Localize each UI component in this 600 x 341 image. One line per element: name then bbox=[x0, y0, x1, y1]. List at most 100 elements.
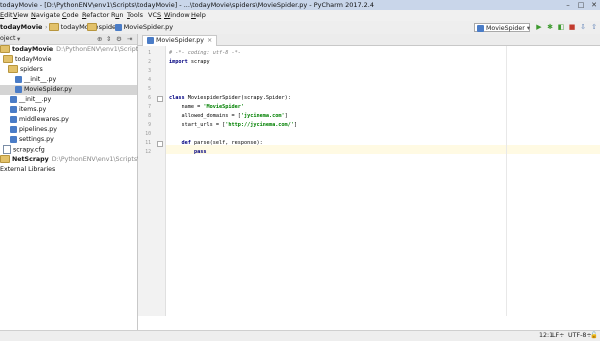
fold-marker-icon[interactable] bbox=[157, 141, 163, 147]
line-number: 3 bbox=[148, 69, 151, 74]
python-file-icon bbox=[147, 36, 154, 44]
folder-icon bbox=[8, 65, 18, 73]
folder-icon bbox=[3, 55, 13, 63]
close-window-button[interactable]: ✕ bbox=[588, 0, 600, 10]
menu-item-text: n bbox=[119, 11, 124, 19]
menu-item[interactable]: Run bbox=[111, 10, 123, 21]
vcs-commit-icon[interactable]: ⇧ bbox=[590, 23, 598, 32]
code-line[interactable]: pass bbox=[169, 148, 207, 157]
tree-item[interactable]: External Libraries bbox=[0, 165, 137, 175]
python-file-icon bbox=[114, 23, 122, 31]
project-tool-window: oject ▾ ⊕ ⇕ ⚙ ⇥ todayMovie D:\PythonENV\e… bbox=[0, 34, 180, 330]
code-token: ] bbox=[284, 113, 288, 119]
python-file-icon bbox=[10, 105, 17, 113]
menu-item[interactable]: Help bbox=[191, 10, 206, 21]
tree-item-label: __init__.py bbox=[19, 96, 52, 103]
menu-item-text: avigate bbox=[35, 11, 61, 19]
python-file-icon bbox=[15, 85, 22, 93]
project-panel-title[interactable]: oject bbox=[0, 34, 15, 44]
code-line[interactable]: class MoviespiderSpider(scrapy.Spider): bbox=[169, 94, 291, 103]
menu-item[interactable]: Edit bbox=[0, 10, 13, 21]
python-file-icon bbox=[10, 125, 17, 133]
code-line[interactable]: start_urls = ['http://jycinema.com/'] bbox=[169, 121, 297, 130]
chevron-down-icon[interactable]: ▾ bbox=[17, 34, 20, 44]
menu-item[interactable]: Tools bbox=[127, 10, 143, 21]
menu-item-mnemonic: S bbox=[157, 11, 162, 19]
tree-item[interactable]: __init__.py bbox=[0, 75, 137, 85]
code-line[interactable]: def parse(self, response): bbox=[169, 139, 262, 148]
menu-item[interactable]: Refactor bbox=[82, 10, 109, 21]
coverage-icon[interactable]: ◧ bbox=[557, 23, 565, 32]
play-icon[interactable]: ▶ bbox=[535, 23, 543, 32]
menu-item-text: ools bbox=[129, 11, 144, 19]
breadcrumb-separator: › bbox=[45, 23, 48, 31]
code-line[interactable]: name = 'MovieSpider' bbox=[169, 103, 243, 112]
code-token: class bbox=[169, 95, 188, 101]
gear-icon[interactable]: ⚙ bbox=[116, 34, 122, 44]
folder-icon bbox=[86, 23, 97, 31]
menu-item-text: elp bbox=[195, 11, 206, 19]
line-number: 2 bbox=[148, 60, 151, 65]
tree-item-label: items.py bbox=[19, 106, 47, 113]
menu-item[interactable]: Navigate bbox=[31, 10, 60, 21]
python-file-icon bbox=[10, 95, 17, 103]
breadcrumb-project-label: todayMovie bbox=[0, 23, 43, 31]
code-editor[interactable]: # -*- coding: utf-8 -*- import scrapy clas… bbox=[169, 46, 600, 316]
tree-item[interactable]: items.py bbox=[0, 105, 137, 115]
code-token: name = bbox=[169, 104, 204, 110]
tree-item-label: scrapy.cfg bbox=[13, 146, 45, 154]
code-token: import bbox=[169, 59, 191, 65]
breadcrumb-file[interactable]: › MovieSpider.py bbox=[110, 22, 173, 33]
line-number: 6 bbox=[148, 96, 151, 101]
tree-item[interactable]: middlewares.py bbox=[0, 115, 137, 125]
python-config-icon bbox=[477, 24, 484, 32]
code-line[interactable]: allowed_domains = ['jycinema.com'] bbox=[169, 112, 288, 121]
minimize-button[interactable]: – bbox=[562, 0, 574, 10]
close-tab-icon[interactable]: × bbox=[207, 37, 212, 44]
run-configuration-label: MovieSpider bbox=[486, 25, 525, 32]
tree-item[interactable]: settings.py bbox=[0, 135, 137, 145]
menu-item[interactable]: VCS bbox=[148, 10, 161, 21]
tree-item[interactable]: pipelines.py bbox=[0, 125, 137, 135]
vcs-update-icon[interactable]: ⇩ bbox=[579, 23, 587, 32]
code-token: allowed_domains = [ bbox=[169, 113, 241, 119]
tree-item[interactable]: todayMovie D:\PythonENV\env1\Scripts\toda… bbox=[0, 45, 180, 55]
menu-item[interactable]: Window bbox=[164, 10, 190, 21]
hide-panel-icon[interactable]: ⇥ bbox=[127, 34, 132, 44]
maximize-button[interactable]: □ bbox=[575, 0, 587, 10]
editor-tab-moviespider[interactable]: MovieSpider.py × bbox=[142, 35, 218, 46]
line-number: 7 bbox=[148, 105, 151, 110]
line-number: 5 bbox=[148, 87, 151, 92]
menu-item-text: efactor bbox=[86, 11, 110, 19]
code-line[interactable]: import scrapy bbox=[169, 58, 210, 67]
tree-item[interactable]: spiders bbox=[0, 65, 137, 75]
breadcrumb-separator: › bbox=[83, 23, 86, 31]
line-number-gutter[interactable]: 1 2 3 4 5 6 7 8 9 10 11 12 bbox=[138, 46, 166, 316]
tree-item[interactable]: __init__.py bbox=[0, 95, 137, 105]
code-token: MoviespiderSpider(scrapy.Spider): bbox=[187, 95, 291, 101]
tree-item-label: MovieSpider.py bbox=[24, 86, 72, 93]
tree-item-label: settings.py bbox=[19, 136, 54, 143]
code-token: pass bbox=[169, 149, 207, 155]
tree-item[interactable]: MovieSpider.py bbox=[0, 85, 137, 95]
tree-item[interactable]: scrapy.cfg bbox=[0, 145, 137, 155]
menu-item-text: iew bbox=[17, 11, 29, 19]
menu-item[interactable]: Code bbox=[62, 10, 79, 21]
editor-tab-bar: MovieSpider.py × bbox=[138, 34, 600, 46]
sync-icon[interactable]: ⊕ bbox=[97, 34, 102, 44]
tree-item[interactable]: todayMovie bbox=[0, 55, 137, 65]
tree-item[interactable]: NetScrapy D:\PythonENV\env1\Scripts\NetSc… bbox=[0, 155, 172, 165]
run-configuration-select[interactable]: MovieSpider ▾ bbox=[474, 23, 530, 32]
breadcrumb-project[interactable]: todayMovie bbox=[0, 22, 42, 33]
bug-icon[interactable]: ✱ bbox=[546, 23, 554, 32]
code-line[interactable]: # -*- coding: utf-8 -*- bbox=[169, 49, 241, 58]
folder-icon bbox=[0, 155, 10, 163]
collapse-all-icon[interactable]: ⇕ bbox=[106, 34, 111, 44]
menu-item[interactable]: View bbox=[13, 10, 28, 21]
menu-item-text: VC bbox=[148, 11, 157, 19]
fold-marker-icon[interactable] bbox=[157, 96, 163, 102]
tree-item-label: NetScrapy bbox=[12, 156, 49, 163]
menu-item-text: dit bbox=[4, 11, 13, 19]
stop-icon[interactable]: ■ bbox=[568, 23, 576, 32]
tree-item-label: middlewares.py bbox=[19, 116, 69, 123]
